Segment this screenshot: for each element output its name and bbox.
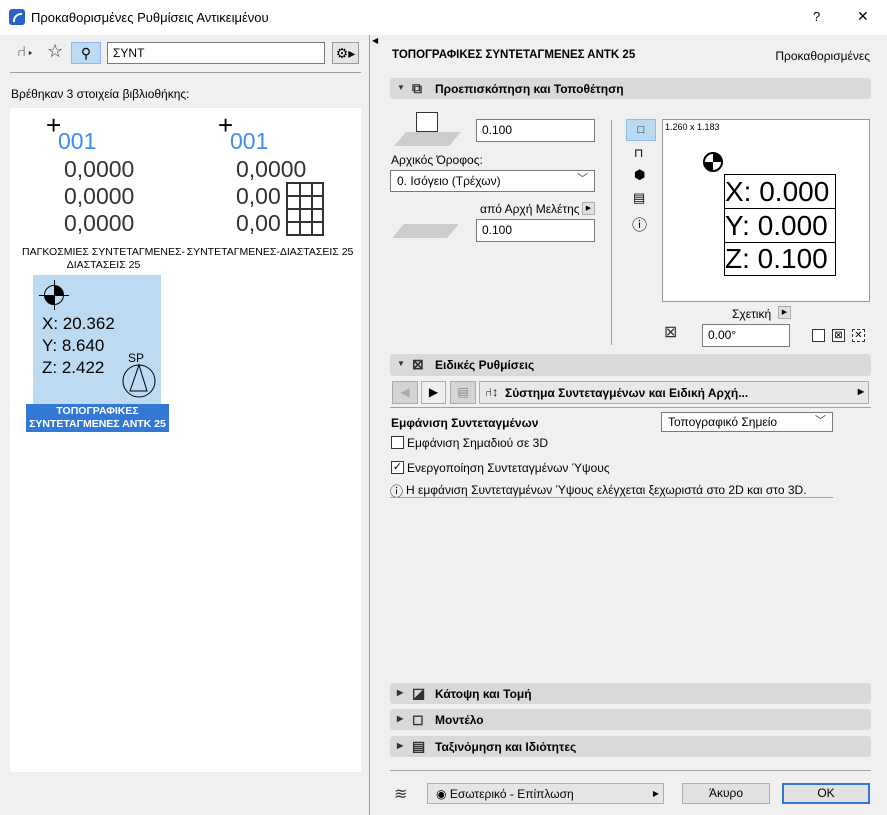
window-title: Προκαθορισμένες Ρυθμίσεις Αντικειμένου bbox=[31, 10, 269, 25]
library-icon[interactable]: ⑁▸ bbox=[17, 43, 35, 60]
favorites-star-icon[interactable]: ☆ bbox=[47, 41, 63, 62]
mirror-y-checkbox[interactable]: ✕ bbox=[852, 329, 865, 342]
reference-menu-button[interactable]: ▶ bbox=[582, 202, 595, 215]
info-text: Η εμφάνιση Συντεταγμένων Ύψους ελέγχεται… bbox=[406, 483, 807, 497]
view-2d-button[interactable]: □ bbox=[626, 119, 656, 141]
height-input[interactable]: 0.100 bbox=[476, 119, 595, 142]
height-offset-icon bbox=[394, 110, 461, 150]
plan-section-icon: ◪ bbox=[412, 685, 426, 701]
relative-label: Σχετική bbox=[732, 307, 772, 321]
menu-arrow-icon: ▶ bbox=[652, 789, 659, 798]
chevron-down-icon: ﹀ bbox=[577, 173, 588, 185]
panel-splitter[interactable] bbox=[369, 35, 370, 815]
reference-label: από Αρχή Μελέτης bbox=[480, 202, 580, 216]
library-item-selected[interactable]: X: 20.362 Y: 8.640 Z: 2.422 SP bbox=[33, 275, 161, 404]
section-classification[interactable]: ▶ ▤ Ταξινόμηση και Ιδιότητες bbox=[390, 736, 871, 757]
home-floor-label: Αρχικός Όροφος: bbox=[391, 153, 483, 167]
item-label: ΣΥΝΤΕΤΑΓΜΕΝΕΣ-ΔΙΑΣΤΑΣΕΙΣ 25 bbox=[186, 246, 354, 258]
show-marker-3d-checkbox[interactable] bbox=[391, 436, 404, 449]
item-label: ΠΑΓΚΟΣΜΙΕΣ ΣΥΝΤΕΤΑΓΜΕΝΕΣ-ΔΙΑΣΤΑΣΕΙΣ 25 bbox=[21, 246, 186, 271]
menu-arrow-icon: ▶ bbox=[857, 387, 864, 396]
preview-size: 1.260 x 1.183 bbox=[665, 122, 720, 132]
mirror-x-checkbox[interactable]: ⊠ bbox=[832, 329, 845, 342]
search-toggle-button[interactable]: ⚲ bbox=[71, 42, 101, 64]
collapse-arrow-icon[interactable]: ◀ bbox=[372, 36, 378, 45]
item-label-selected: ΤΟΠΟΓΡΑΦΙΚΕΣ ΣΥΝΤΕΤΑΓΜΕΝΕΣ ΑΝΤΚ 25 bbox=[26, 404, 169, 432]
preview-icon: ⧉ bbox=[412, 80, 422, 96]
mirror-none-checkbox[interactable] bbox=[812, 329, 825, 342]
model-cube-icon: ◻ bbox=[412, 711, 424, 727]
view-section-icon[interactable]: ⊓ bbox=[634, 146, 643, 160]
library-item[interactable]: + 001 0,0000 0,0000 0,0000 ΠΑΓΚΟΣΜΙΕΣ ΣΥ… bbox=[18, 112, 193, 271]
preview-table: X: 0.000 Y: 0.000 Z: 0.100 bbox=[724, 174, 836, 276]
page-export-icon[interactable]: ▤ bbox=[450, 381, 476, 404]
north-triangle-icon bbox=[122, 363, 156, 398]
page-select[interactable]: ⑁↕ Σύστημα Συντεταγμένων και Ειδική Αρχή.… bbox=[479, 381, 869, 404]
display-coordinates-select[interactable]: Τοπογραφικό Σημείο ﹀ bbox=[661, 412, 833, 432]
section-special[interactable]: ▼ ⊠ Ειδικές Ρυθμίσεις bbox=[390, 354, 871, 376]
ok-button[interactable]: OK bbox=[782, 783, 870, 804]
prev-page-button[interactable]: ◀ bbox=[392, 381, 418, 404]
library-item[interactable]: + 001 0,0000 0,00 0,00 ΣΥΝΤΕΤΑΓΜΕΝΕΣ-ΔΙΑ… bbox=[187, 112, 360, 271]
rotation-angle-icon: ⊠ bbox=[664, 324, 678, 341]
settings-list-icon: ⊠ bbox=[412, 356, 424, 372]
search-input[interactable]: ΣΥΝΤ bbox=[107, 42, 325, 64]
coordinate-system-icon: ⑁↕ bbox=[485, 385, 499, 399]
survey-point-icon bbox=[703, 152, 723, 172]
section-placement[interactable]: ▼ ⧉ Προεπισκόπηση και Τοποθέτηση bbox=[390, 78, 871, 99]
preview-box: 1.260 x 1.183 X: 0.000 Y: 0.000 Z: 0.100 bbox=[662, 119, 870, 302]
settings-gear-icon[interactable]: ⚙▸ bbox=[332, 42, 359, 64]
enable-elevation-checkbox[interactable]: ✓ bbox=[391, 461, 404, 474]
eye-icon: ◉ bbox=[436, 787, 450, 801]
elevation-input[interactable]: 0.100 bbox=[476, 219, 595, 242]
app-logo-icon bbox=[9, 9, 25, 25]
grid-icon bbox=[286, 182, 324, 236]
chevron-down-icon: ﹀ bbox=[815, 415, 826, 427]
layers-icon: ≋ bbox=[394, 786, 408, 803]
close-button[interactable]: ✕ bbox=[857, 8, 869, 25]
relative-menu-button[interactable]: ▶ bbox=[778, 306, 791, 319]
view-3d-icon[interactable]: ⬢ bbox=[634, 167, 645, 183]
default-label: Προκαθορισμένες bbox=[775, 49, 870, 63]
cancel-button[interactable]: Άκυρο bbox=[682, 783, 770, 804]
help-button[interactable]: ? bbox=[813, 9, 820, 24]
document-icon: ▤ bbox=[412, 738, 426, 754]
info-icon[interactable]: ⓘ bbox=[632, 214, 647, 235]
section-model[interactable]: ▶ ◻ Μοντέλο bbox=[390, 709, 871, 730]
title-bar: Προκαθορισμένες Ρυθμίσεις Αντικειμένου ?… bbox=[0, 0, 887, 35]
view-list-icon[interactable]: ▤ bbox=[633, 190, 645, 206]
home-floor-select[interactable]: 0. Ισόγειο (Τρέχων) ﹀ bbox=[390, 170, 595, 192]
display-coordinates-label: Εμφάνιση Συντεταγμένων bbox=[391, 416, 539, 430]
angle-input[interactable]: 0.00° bbox=[702, 324, 790, 347]
library-list: + 001 0,0000 0,0000 0,0000 ΠΑΓΚΟΣΜΙΕΣ ΣΥ… bbox=[10, 108, 361, 772]
layer-select[interactable]: ◉ Εσωτερικό - Επίπλωση ▶ bbox=[427, 783, 664, 804]
found-count-text: Βρέθηκαν 3 στοιχεία βιβλιοθήκης: bbox=[11, 87, 190, 101]
elevation-icon bbox=[392, 224, 459, 238]
object-title: ΤΟΠΟΓΡΑΦΙΚΕΣ ΣΥΝΤΕΤΑΓΜΕΝΕΣ ΑΝΤΚ 25 bbox=[392, 49, 636, 61]
next-page-button[interactable]: ▶ bbox=[421, 381, 446, 404]
section-plan-section[interactable]: ▶ ◪ Κάτοψη και Τομή bbox=[390, 683, 871, 704]
